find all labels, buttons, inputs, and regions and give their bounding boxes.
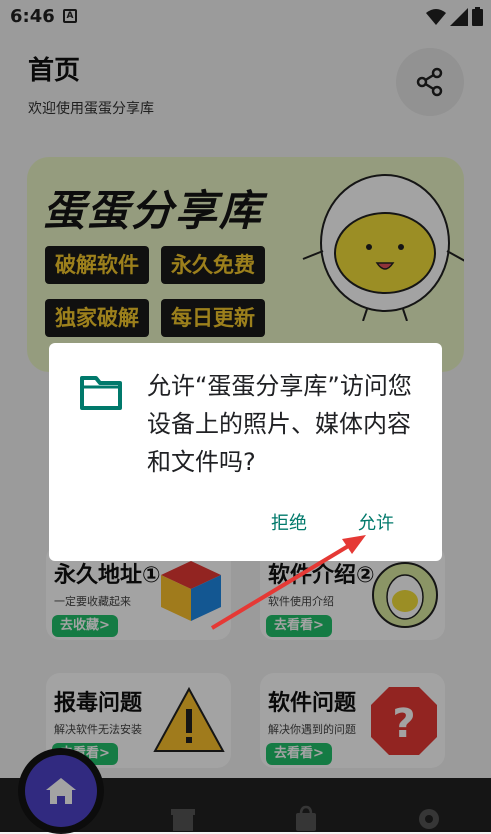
folder-icon bbox=[80, 376, 122, 410]
deny-button[interactable]: 拒绝 bbox=[271, 509, 307, 535]
allow-button[interactable]: 允许 bbox=[358, 509, 394, 535]
dialog-message: 允许“蛋蛋分享库”访问您设备上的照片、媒体内容和文件吗? bbox=[147, 372, 412, 476]
permission-dialog: 允许“蛋蛋分享库”访问您设备上的照片、媒体内容和文件吗? 拒绝 允许 bbox=[49, 343, 442, 561]
